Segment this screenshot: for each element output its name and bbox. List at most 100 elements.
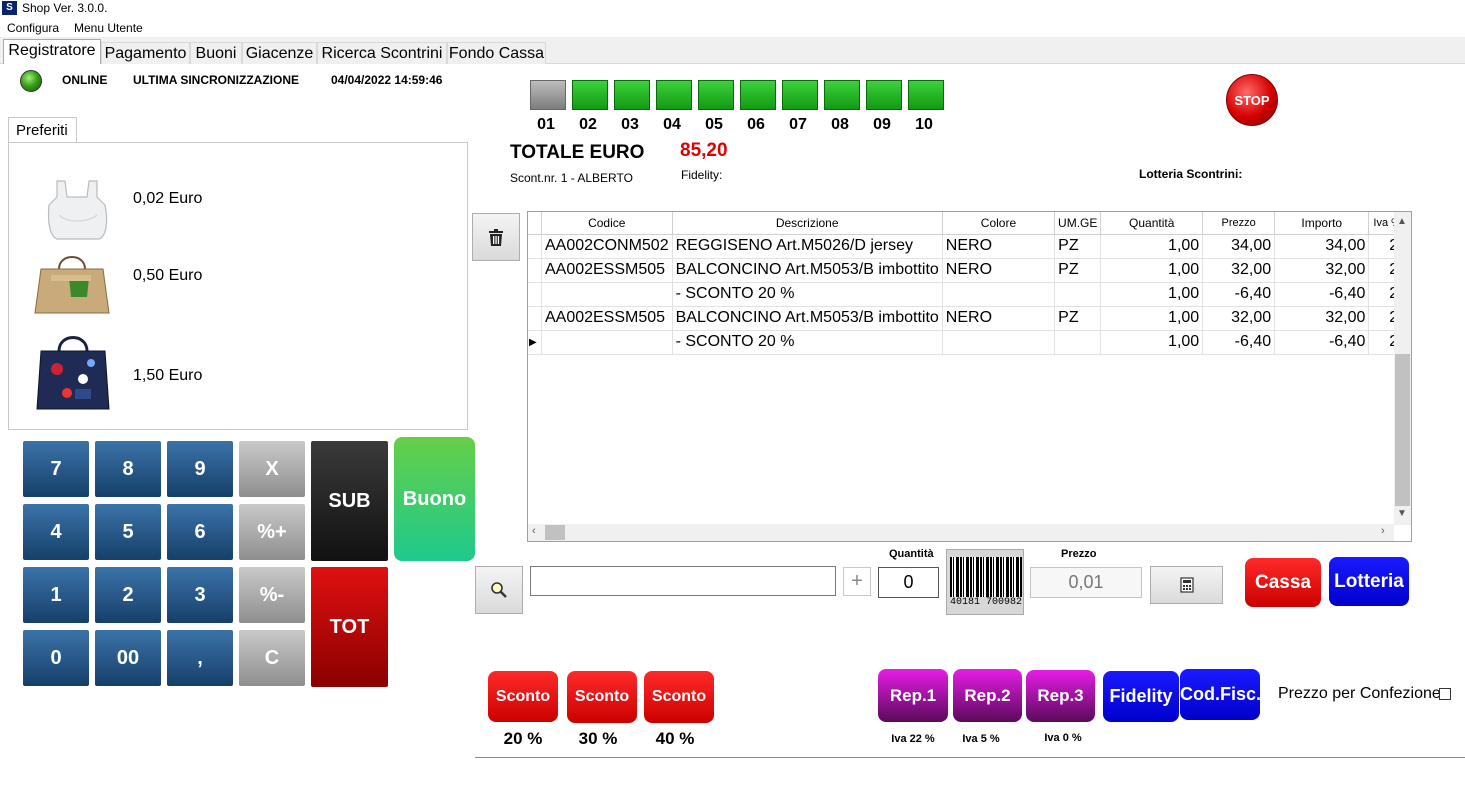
key-00[interactable]: 00 [95, 630, 161, 686]
key-9[interactable]: 9 [167, 441, 233, 497]
key-percent-plus[interactable]: %+ [239, 504, 305, 560]
price-label: Prezzo [1061, 548, 1097, 560]
key-1[interactable]: 1 [23, 567, 89, 623]
favorite-price-1: 0,02 Euro [133, 190, 203, 207]
calculator-icon [1179, 577, 1194, 593]
menu-utente[interactable]: Menu Utente [74, 21, 143, 35]
key-7[interactable]: 7 [23, 441, 89, 497]
tab-fondo-cassa[interactable]: Fondo Cassa [447, 42, 546, 64]
cell-codice: AA002CONM502 [541, 234, 673, 259]
price-input[interactable]: 0,01 [1030, 567, 1142, 598]
tab-ricerca-scontrini[interactable]: Ricerca Scontrini [317, 42, 447, 64]
product-search-input[interactable] [530, 566, 836, 596]
register-slot-01[interactable] [530, 80, 566, 110]
codice-fiscale-button[interactable]: Cod.Fisc. [1180, 669, 1261, 720]
scroll-right-icon[interactable]: › [1381, 525, 1385, 537]
rep1-button[interactable]: Rep.1 [878, 669, 948, 722]
register-slot-06[interactable] [740, 80, 776, 110]
key-multiply[interactable]: X [239, 441, 305, 497]
col-prezzo[interactable]: Prezzo [1202, 212, 1276, 235]
cell-um [1054, 282, 1102, 307]
row-marker [528, 306, 542, 331]
key-2[interactable]: 2 [95, 567, 161, 623]
cell-colore [942, 330, 1056, 355]
key-comma[interactable]: , [167, 630, 233, 686]
favorite-price-2: 0,50 Euro [133, 267, 203, 284]
grid-vertical-scrollbar[interactable]: ▲ ▼ [1394, 212, 1411, 525]
register-slot-number: 04 [663, 116, 681, 133]
title-bar: S Shop Ver. 3.0.0. [0, 0, 1465, 17]
grid-horizontal-thumb[interactable] [545, 525, 565, 540]
col-colore[interactable]: Colore [942, 212, 1056, 235]
tab-giacenze[interactable]: Giacenze [242, 42, 317, 64]
table-row[interactable]: AA002ESSM505 BALCONCINO Art.M5053/B imbot… [528, 258, 1411, 283]
key-percent-minus[interactable]: %- [239, 567, 305, 623]
discount-40-button[interactable]: Sconto [644, 671, 714, 723]
paper-bag-icon[interactable] [29, 247, 115, 319]
key-8[interactable]: 8 [95, 441, 161, 497]
col-quantita[interactable]: Quantità [1100, 212, 1204, 235]
col-descrizione[interactable]: Descrizione [672, 212, 943, 235]
discount-30-button[interactable]: Sconto [567, 671, 637, 723]
subtotal-button[interactable]: SUB [311, 441, 388, 561]
scroll-down-icon[interactable]: ▼ [1397, 508, 1407, 519]
col-codice[interactable]: Codice [541, 212, 673, 235]
table-row[interactable]: ▶- SCONTO 20 %1,00-6,40-6,4022 [528, 330, 1411, 355]
favorites-tab[interactable]: Preferiti [8, 117, 77, 143]
key-3[interactable]: 3 [167, 567, 233, 623]
cell-codice: AA002ESSM505 [541, 258, 673, 283]
cell-prezzo: -6,40 [1202, 330, 1276, 355]
register-slot-03[interactable] [614, 80, 650, 110]
discount-20-button[interactable]: Sconto [488, 671, 558, 722]
price-edit-button[interactable] [1150, 566, 1223, 604]
cell-descrizione: - SCONTO 20 % [672, 282, 943, 307]
scroll-left-icon[interactable]: ‹ [532, 525, 536, 537]
plastic-bag-icon[interactable] [37, 175, 117, 245]
menu-configura[interactable]: Configura [7, 21, 59, 35]
row-marker [528, 282, 542, 307]
tab-buoni[interactable]: Buoni [190, 42, 242, 64]
register-slot-09[interactable] [866, 80, 902, 110]
key-4[interactable]: 4 [23, 504, 89, 560]
rep3-button[interactable]: Rep.3 [1026, 670, 1095, 722]
register-slot-10[interactable] [908, 80, 944, 110]
key-6[interactable]: 6 [167, 504, 233, 560]
shopping-bag-icon[interactable] [27, 329, 119, 415]
cell-codice: AA002ESSM505 [541, 306, 673, 331]
delete-row-button[interactable] [472, 213, 520, 261]
grid-vertical-thumb[interactable] [1395, 354, 1410, 506]
increment-button[interactable]: + [843, 567, 871, 596]
table-row[interactable]: AA002CONM502 REGGISENO Art.M5026/D jersey… [528, 234, 1411, 259]
col-um[interactable]: UM.GE [1054, 212, 1102, 235]
scroll-up-icon[interactable]: ▲ [1397, 216, 1407, 227]
tab-pagamento[interactable]: Pagamento [101, 42, 190, 64]
cell-colore: NERO [942, 234, 1056, 259]
register-slot-08[interactable] [824, 80, 860, 110]
table-row[interactable]: AA002ESSM505 BALCONCINO Art.M5053/B imbot… [528, 306, 1411, 331]
col-importo[interactable]: Importo [1274, 212, 1370, 235]
register-slot-07[interactable] [782, 80, 818, 110]
table-row[interactable]: - SCONTO 20 %1,00-6,40-6,4022 [528, 282, 1411, 307]
quantity-input[interactable]: 0 [878, 567, 939, 598]
key-5[interactable]: 5 [95, 504, 161, 560]
register-slot-02[interactable] [572, 80, 608, 110]
trash-icon [489, 229, 503, 246]
rep2-button[interactable]: Rep.2 [953, 669, 1022, 722]
key-0[interactable]: 0 [23, 630, 89, 686]
lotteria-button[interactable]: Lotteria [1329, 557, 1409, 606]
cassa-button[interactable]: Cassa [1245, 558, 1321, 607]
barcode-button[interactable]: 40181 700982 [946, 549, 1024, 615]
register-slot-04[interactable] [656, 80, 692, 110]
search-product-button[interactable] [475, 566, 523, 614]
fidelity-button[interactable]: Fidelity [1103, 671, 1179, 722]
total-button[interactable]: TOT [311, 567, 388, 687]
tab-registratore[interactable]: Registratore [3, 39, 101, 65]
total-value: 85,20 [680, 140, 728, 161]
register-slot-05[interactable] [698, 80, 734, 110]
grid-horizontal-scrollbar[interactable]: ‹ › [528, 524, 1394, 541]
key-clear[interactable]: C [239, 630, 305, 686]
stop-button[interactable]: STOP [1226, 74, 1278, 126]
prezzo-confezione-checkbox[interactable] [1439, 688, 1451, 700]
register-slot-number: 01 [537, 116, 555, 133]
voucher-button[interactable]: Buono [394, 437, 475, 561]
